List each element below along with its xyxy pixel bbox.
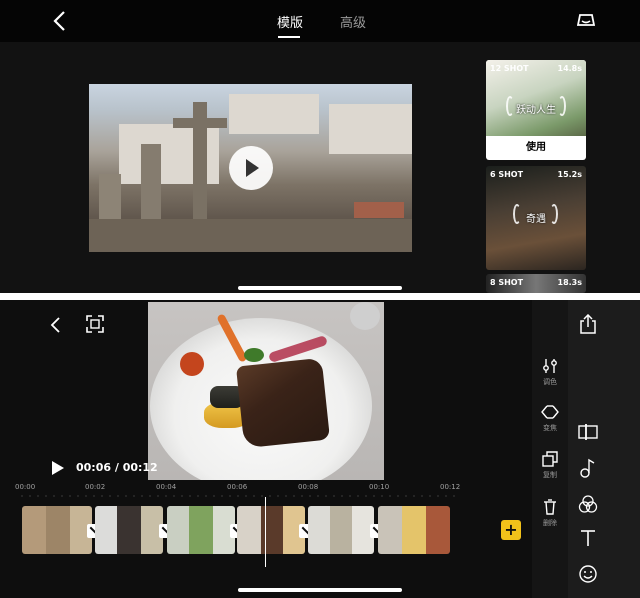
play-button[interactable] xyxy=(52,461,64,475)
ruler-ticks xyxy=(18,495,458,497)
trash-icon xyxy=(544,499,556,515)
fullscreen-icon[interactable] xyxy=(86,315,104,333)
tool-label: 调色 xyxy=(543,378,557,386)
timeline-clip[interactable] xyxy=(22,506,92,554)
copy-icon xyxy=(542,451,558,467)
add-clip-button[interactable]: + xyxy=(501,520,521,540)
video-scene-roof xyxy=(354,202,404,218)
template-duration: 18.3s xyxy=(557,278,583,287)
tool-label: 变焦 xyxy=(543,424,557,432)
time-mark: 00:04 xyxy=(156,483,177,491)
time-mark: 00:10 xyxy=(369,483,390,491)
time-mark: 00:12 xyxy=(440,483,461,491)
text-icon xyxy=(581,530,595,546)
template-title: 奇遇 xyxy=(526,214,546,225)
tab-advanced[interactable]: 高级 xyxy=(340,12,366,31)
clip-frame xyxy=(167,506,189,554)
preview-play-button[interactable] xyxy=(229,146,273,190)
food-scene-meat xyxy=(235,357,331,449)
screen-divider xyxy=(0,293,640,300)
food-scene-herb xyxy=(244,348,264,362)
video-scene-building xyxy=(229,94,319,134)
timeline-clip[interactable] xyxy=(378,506,450,554)
time-mark: 00:00 xyxy=(15,483,36,491)
timeline-clip[interactable] xyxy=(237,506,305,554)
time-mark: 00:08 xyxy=(298,483,319,491)
template-title: 跃动人生 xyxy=(516,105,556,116)
timeline-clip[interactable] xyxy=(308,506,374,554)
time-mark: 00:02 xyxy=(85,483,106,491)
video-scene-cross xyxy=(173,118,227,128)
edit-tools-panel: 调色 变焦 复制 删除 xyxy=(532,300,568,598)
back-arrow-icon[interactable] xyxy=(50,9,70,33)
share-button[interactable] xyxy=(568,314,608,334)
clip-frame xyxy=(237,506,261,554)
time-mark: 00:06 xyxy=(227,483,248,491)
video-scene-wall xyxy=(89,219,412,252)
tab-template[interactable]: 模版 xyxy=(277,12,303,31)
clip-timeline[interactable] xyxy=(22,506,450,554)
clip-frame xyxy=(402,506,426,554)
video-editor-screen: 00:06 / 00:12 00:00 00:02 00:04 00:06 00… xyxy=(0,300,640,598)
diamond-arrows-icon xyxy=(541,405,559,419)
template-shot-count: 8 SHOT xyxy=(490,278,524,287)
clip-frame xyxy=(378,506,402,554)
play-icon xyxy=(246,159,259,177)
video-scene-building xyxy=(329,104,412,154)
template-duration: 15.2s xyxy=(557,170,583,179)
tool-delete[interactable]: 删除 xyxy=(532,499,568,528)
use-template-button[interactable]: 使用 xyxy=(486,136,586,160)
sticker-button[interactable] xyxy=(568,564,608,584)
tool-color-adjust[interactable]: 调色 xyxy=(532,358,568,387)
text-button[interactable] xyxy=(568,529,608,547)
template-card[interactable]: 8 SHOT 18.3s xyxy=(486,274,586,293)
clip-frame xyxy=(330,506,352,554)
music-note-icon xyxy=(580,458,595,478)
filter-circles-icon xyxy=(578,495,598,513)
share-icon xyxy=(580,314,596,334)
template-duration: 14.8s xyxy=(557,64,583,73)
template-shot-count: 12 SHOT xyxy=(490,64,529,73)
tool-copy[interactable]: 复制 xyxy=(532,451,568,480)
home-indicator xyxy=(238,286,402,290)
food-scene-tomato xyxy=(180,352,204,376)
playback-timecode: 00:06 / 00:12 xyxy=(76,461,158,474)
playhead[interactable] xyxy=(265,497,266,567)
back-arrow-icon[interactable] xyxy=(48,316,64,334)
active-tab-indicator xyxy=(278,36,300,38)
clip-frame xyxy=(22,506,46,554)
clip-frame xyxy=(308,506,330,554)
top-navigation-bar: 模版 高级 xyxy=(0,0,640,42)
template-editor-screen: 模版 高级 12 SHOT 14.8s 跃动人生 使用 6 SHOT 15.2s xyxy=(0,0,640,293)
clip-frame xyxy=(46,506,70,554)
music-button[interactable] xyxy=(568,458,608,478)
sliders-icon xyxy=(543,359,557,373)
filter-button[interactable] xyxy=(568,494,608,514)
template-card[interactable]: 6 SHOT 15.2s 奇遇 xyxy=(486,166,586,270)
food-scene-spoon xyxy=(350,302,380,330)
clip-frame xyxy=(117,506,141,554)
feature-tools-panel xyxy=(568,300,640,598)
timeline-clip[interactable] xyxy=(95,506,163,554)
tool-label: 复制 xyxy=(543,471,557,479)
template-shot-count: 6 SHOT xyxy=(490,170,524,179)
tray-icon[interactable] xyxy=(577,11,595,29)
template-card[interactable]: 12 SHOT 14.8s 跃动人生 使用 xyxy=(486,60,586,160)
emoji-icon xyxy=(579,565,597,583)
home-indicator xyxy=(238,588,402,592)
clip-frame xyxy=(426,506,450,554)
split-icon xyxy=(578,424,598,440)
tool-zoom[interactable]: 变焦 xyxy=(532,404,568,433)
clip-frame xyxy=(95,506,117,554)
split-button[interactable] xyxy=(568,424,608,440)
clip-frame xyxy=(189,506,213,554)
tool-label: 删除 xyxy=(543,519,557,527)
timeline-clip[interactable] xyxy=(167,506,235,554)
video-preview[interactable] xyxy=(148,302,384,480)
